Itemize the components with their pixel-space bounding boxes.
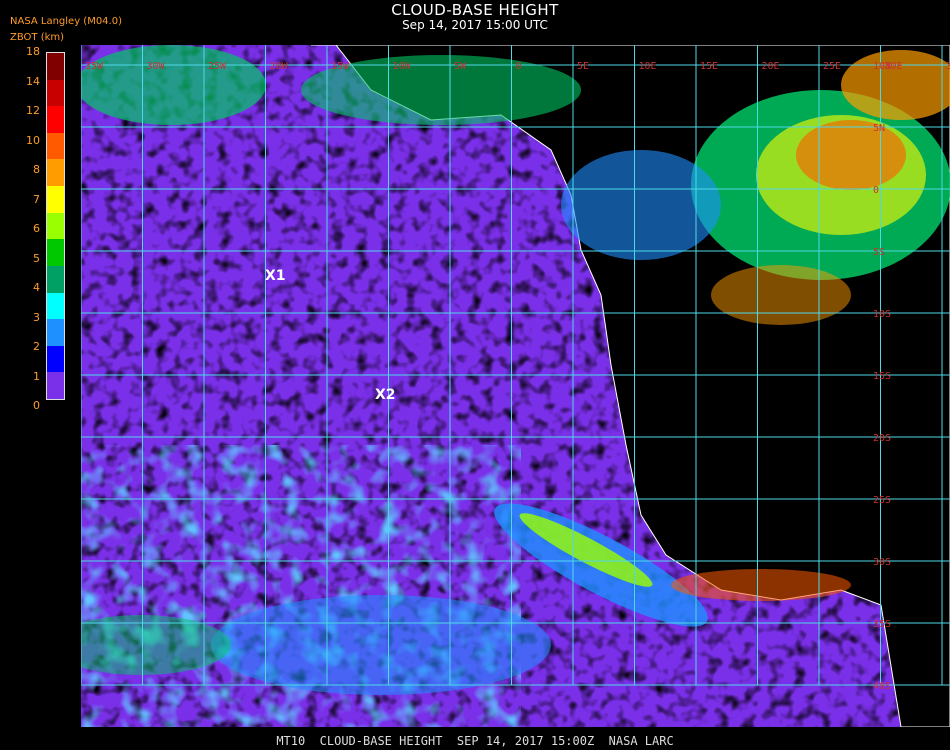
longitude-label: 25W bbox=[208, 61, 227, 72]
legend-tick-label: 7 bbox=[33, 192, 40, 206]
legend-tick-label: 1 bbox=[33, 369, 40, 383]
longitude-label: 0 bbox=[516, 61, 522, 72]
marker-x1: X1 bbox=[265, 268, 286, 284]
latitude-label: 40S bbox=[873, 681, 891, 692]
legend-tick-label: 6 bbox=[33, 222, 40, 235]
longitude-label: 10E bbox=[639, 61, 657, 72]
marker-x2-label: X2 bbox=[375, 387, 396, 403]
satellite-map-panel: 35W30W25W20W15W10W5W05E10E15E20E25E30E35… bbox=[81, 45, 950, 727]
legend-swatch bbox=[47, 79, 64, 107]
latitude-label: 15S bbox=[873, 371, 891, 382]
legend-swatch bbox=[47, 53, 64, 80]
legend-tick-label: 12 bbox=[26, 104, 40, 117]
longitude-label: 30W bbox=[147, 61, 166, 72]
longitude-label: 15W bbox=[331, 61, 350, 72]
variable-units-label: ZBOT (km) bbox=[10, 32, 65, 43]
footer-caption: MT10 CLOUD-BASE HEIGHT SEP 14, 2017 15:0… bbox=[276, 734, 674, 748]
marker-x2: X2 bbox=[375, 387, 396, 403]
data-source-label: NASA Langley (M04.0) bbox=[10, 16, 122, 27]
color-scale-legend bbox=[46, 52, 65, 400]
legend-swatch bbox=[47, 345, 64, 373]
map-timestamp: Sep 14, 2017 15:00 UTC bbox=[402, 18, 548, 32]
longitude-label: 20W bbox=[270, 61, 289, 72]
legend-swatch bbox=[47, 239, 64, 267]
latitude-label: 10S bbox=[873, 309, 891, 320]
legend-tick-label: 18 bbox=[26, 45, 40, 58]
legend-tick-label: 4 bbox=[33, 281, 40, 294]
map-title: CLOUD-BASE HEIGHT bbox=[391, 1, 559, 19]
legend-tick-label: 0 bbox=[33, 399, 40, 412]
latitude-label: 5S bbox=[873, 247, 885, 258]
legend-tick-label: 3 bbox=[33, 310, 40, 324]
legend-swatch bbox=[47, 186, 64, 214]
legend-swatch bbox=[47, 372, 64, 400]
legend-tick-label: 2 bbox=[33, 340, 40, 353]
latitude-label: 10N bbox=[873, 61, 891, 72]
latitude-label: 5N bbox=[873, 123, 885, 134]
legend-swatch bbox=[47, 132, 64, 160]
legend-swatch bbox=[47, 319, 64, 347]
legend-tick-label: 14 bbox=[26, 74, 40, 88]
legend-swatch bbox=[47, 292, 64, 320]
longitude-label: 25E bbox=[823, 61, 841, 72]
legend-swatch bbox=[47, 159, 64, 187]
latitude-label: 20S bbox=[873, 433, 891, 444]
longitude-label: 5W bbox=[454, 61, 467, 72]
marker-x1-label: X1 bbox=[265, 268, 286, 284]
longitude-label: 5E bbox=[577, 61, 589, 72]
longitude-label: 35W bbox=[85, 61, 104, 72]
legend-swatch bbox=[47, 212, 64, 240]
map-canvas: 35W30W25W20W15W10W5W05E10E15E20E25E30E35… bbox=[81, 45, 950, 727]
longitude-label: 10W bbox=[393, 61, 412, 72]
legend-tick-label: 5 bbox=[33, 251, 40, 265]
longitude-label: 15E bbox=[700, 61, 718, 72]
latitude-label: 0 bbox=[873, 185, 879, 196]
latitude-label: 35S bbox=[873, 619, 891, 630]
legend-tick-label: 10 bbox=[26, 133, 40, 147]
legend-tick-label: 8 bbox=[33, 163, 40, 176]
legend-swatch bbox=[47, 106, 64, 134]
latitude-label: 30S bbox=[873, 557, 891, 568]
legend-swatch bbox=[47, 265, 64, 293]
longitude-label: 20E bbox=[762, 61, 780, 72]
latitude-label: 25S bbox=[873, 495, 891, 506]
longitude-label: 35E bbox=[946, 61, 950, 72]
